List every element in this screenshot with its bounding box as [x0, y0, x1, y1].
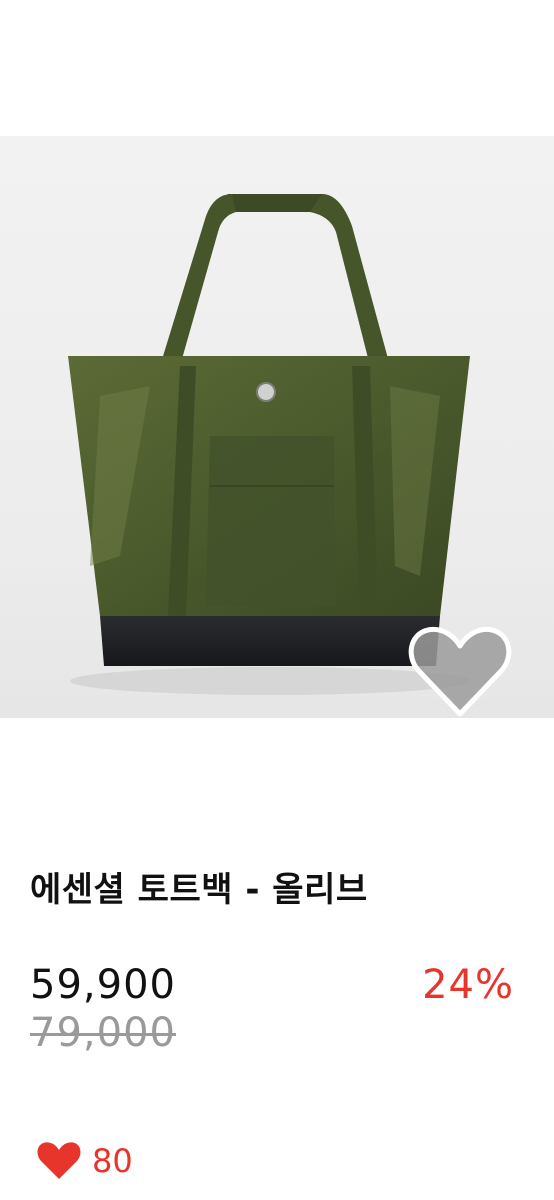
discount-rate: 24%	[422, 962, 514, 1008]
heart-filled-icon	[37, 1142, 81, 1179]
product-title: 에센셜 토트백 - 올리브	[30, 870, 368, 910]
likes-number: 80	[92, 1142, 133, 1180]
favorite-button[interactable]	[404, 624, 516, 720]
original-price: 79,000	[30, 1010, 176, 1056]
heart-outline-icon	[408, 626, 512, 717]
likes-count: 80	[36, 1136, 133, 1186]
sale-price: 59,900	[30, 962, 176, 1008]
